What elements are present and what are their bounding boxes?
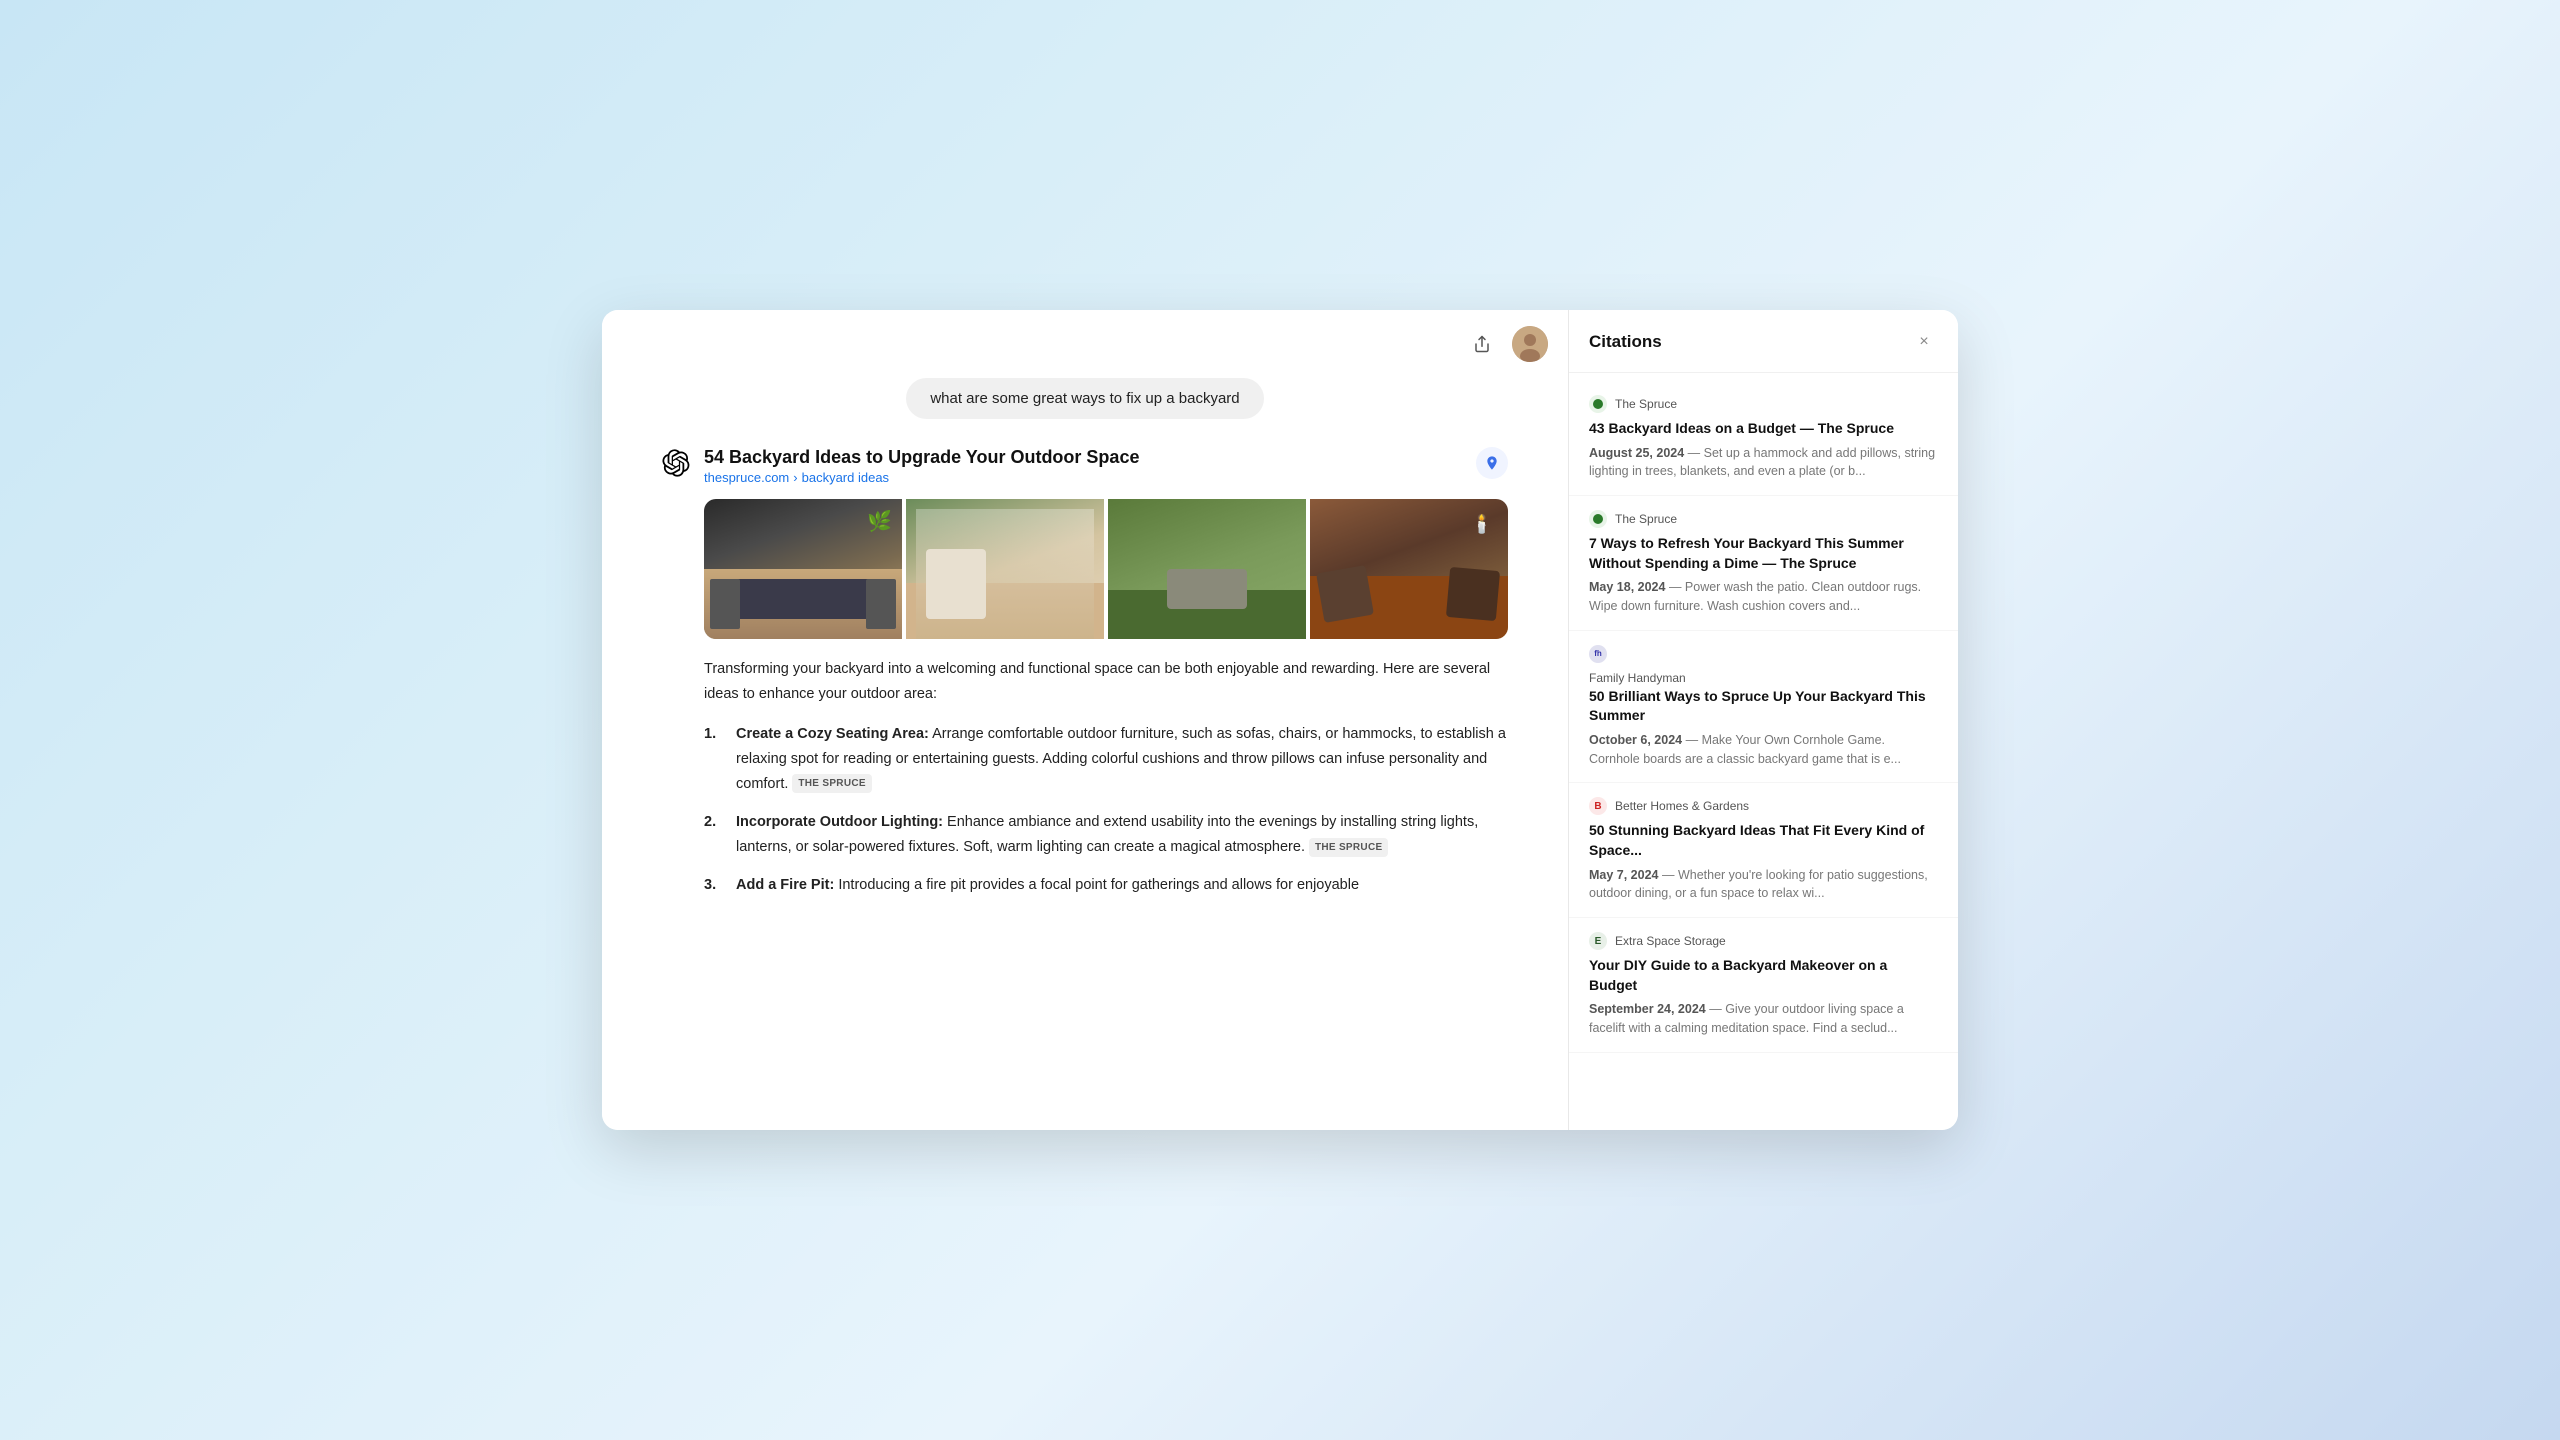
citations-list: The Spruce 43 Backyard Ideas on a Budget… [1569, 373, 1958, 1130]
citation-item-3[interactable]: fh Family Handyman 50 Brilliant Ways to … [1569, 631, 1958, 784]
response-title-area: 54 Backyard Ideas to Upgrade Your Outdoo… [704, 447, 1462, 485]
citation-item-1[interactable]: The Spruce 43 Backyard Ideas on a Budget… [1569, 381, 1958, 496]
citation-title-3: 50 Brilliant Ways to Spruce Up Your Back… [1589, 687, 1938, 726]
list-num-3: 3. [704, 873, 728, 898]
citation-item-4[interactable]: B Better Homes & Gardens 50 Stunning Bac… [1569, 783, 1958, 918]
citation-date-1: August 25, 2024 [1589, 446, 1684, 460]
source-favicon-5: E [1589, 932, 1607, 950]
citation-snippet-1: August 25, 2024 — Set up a hammock and a… [1589, 444, 1938, 482]
citation-date-2: May 18, 2024 [1589, 580, 1665, 594]
list-item-3: 3. Add a Fire Pit: Introducing a fire pi… [704, 873, 1508, 898]
share-button[interactable] [1464, 326, 1500, 362]
source-name-2: The Spruce [1615, 512, 1677, 526]
citation-title-1: 43 Backyard Ideas on a Budget — The Spru… [1589, 419, 1938, 439]
list-content-3: Add a Fire Pit: Introducing a fire pit p… [736, 873, 1508, 898]
backyard-image-3 [1108, 499, 1306, 639]
user-query-text: what are some great ways to fix up a bac… [930, 390, 1239, 407]
citation-title-2: 7 Ways to Refresh Your Backyard This Sum… [1589, 534, 1938, 573]
close-citations-button[interactable]: × [1910, 328, 1938, 356]
citation-tag-1: THE SPRUCE [792, 774, 871, 793]
citations-title: Citations [1589, 332, 1662, 352]
backyard-image-2 [906, 499, 1104, 639]
list-text-3: Introducing a fire pit provides a focal … [834, 877, 1359, 893]
source-breadcrumb: thespruce.com › backyard ideas [704, 470, 1462, 485]
list-num-1: 1. [704, 722, 728, 796]
source-favicon-1 [1589, 395, 1607, 413]
list-item-2: 2. Incorporate Outdoor Lighting: Enhance… [704, 810, 1508, 859]
response-title: 54 Backyard Ideas to Upgrade Your Outdoo… [704, 447, 1462, 468]
citation-snippet-3: October 6, 2024 — Make Your Own Cornhole… [1589, 731, 1938, 769]
citation-title-5: Your DIY Guide to a Backyard Makeover on… [1589, 956, 1938, 995]
citation-source-1: The Spruce [1589, 395, 1938, 413]
list-label-2: Incorporate Outdoor Lighting: [736, 814, 943, 830]
backyard-image-1 [704, 499, 902, 639]
list-content-2: Incorporate Outdoor Lighting: Enhance am… [736, 810, 1508, 859]
list-label-3: Add a Fire Pit: [736, 877, 834, 893]
citation-item-5[interactable]: E Extra Space Storage Your DIY Guide to … [1569, 918, 1958, 1053]
breadcrumb-separator: › [793, 470, 797, 485]
list-label-1: Create a Cozy Seating Area: [736, 726, 929, 742]
user-message-wrap: what are some great ways to fix up a bac… [662, 378, 1508, 419]
intro-text: Transforming your backyard into a welcom… [704, 657, 1508, 706]
top-bar [602, 310, 1568, 378]
citations-header: Citations × [1569, 310, 1958, 373]
chat-area: what are some great ways to fix up a bac… [602, 378, 1568, 1130]
citation-snippet-5: September 24, 2024 — Give your outdoor l… [1589, 1000, 1938, 1038]
source-name-5: Extra Space Storage [1615, 934, 1726, 948]
chatgpt-icon [662, 449, 690, 477]
source-favicon-4: B [1589, 797, 1607, 815]
user-bubble: what are some great ways to fix up a bac… [906, 378, 1263, 419]
citation-snippet-4: May 7, 2024 — Whether you're looking for… [1589, 866, 1938, 904]
citation-source-2: The Spruce [1589, 510, 1938, 528]
main-window: what are some great ways to fix up a bac… [602, 310, 1958, 1130]
pin-button[interactable] [1476, 447, 1508, 479]
citation-source-3: fh [1589, 645, 1938, 663]
citation-item-2[interactable]: The Spruce 7 Ways to Refresh Your Backya… [1569, 496, 1958, 631]
backyard-image-4: 🕯️ [1310, 499, 1508, 639]
avatar[interactable] [1512, 326, 1548, 362]
source-name-4: Better Homes & Gardens [1615, 799, 1749, 813]
left-panel: what are some great ways to fix up a bac… [602, 310, 1568, 1130]
citations-panel: Citations × The Spruce 43 Backyard Ideas… [1568, 310, 1958, 1130]
favicon-letter-5: E [1595, 936, 1602, 947]
citation-tag-2: THE SPRUCE [1309, 838, 1388, 857]
favicon-letter-4: B [1594, 801, 1601, 812]
citation-title-4: 50 Stunning Backyard Ideas That Fit Ever… [1589, 821, 1938, 860]
list-item-1: 1. Create a Cozy Seating Area: Arrange c… [704, 722, 1508, 796]
citation-source-4: B Better Homes & Gardens [1589, 797, 1938, 815]
citation-date-3: October 6, 2024 [1589, 733, 1682, 747]
source-path: backyard ideas [802, 470, 889, 485]
citation-date-5: September 24, 2024 [1589, 1002, 1706, 1016]
source-favicon-3: fh [1589, 645, 1607, 663]
source-favicon-2 [1589, 510, 1607, 528]
list-content-1: Create a Cozy Seating Area: Arrange comf… [736, 722, 1508, 796]
list-num-2: 2. [704, 810, 728, 859]
response-header: 54 Backyard Ideas to Upgrade Your Outdoo… [662, 447, 1508, 485]
source-name-3: Family Handyman [1589, 671, 1686, 685]
citation-date-4: May 7, 2024 [1589, 868, 1659, 882]
citation-source-5: E Extra Space Storage [1589, 932, 1938, 950]
source-site: thespruce.com [704, 470, 789, 485]
response-body: Transforming your backyard into a welcom… [704, 657, 1508, 898]
source-name-1: The Spruce [1615, 397, 1677, 411]
citation-snippet-2: May 18, 2024 — Power wash the patio. Cle… [1589, 578, 1938, 616]
image-grid: 🕯️ [704, 499, 1508, 639]
ai-response: 54 Backyard Ideas to Upgrade Your Outdoo… [662, 447, 1508, 932]
